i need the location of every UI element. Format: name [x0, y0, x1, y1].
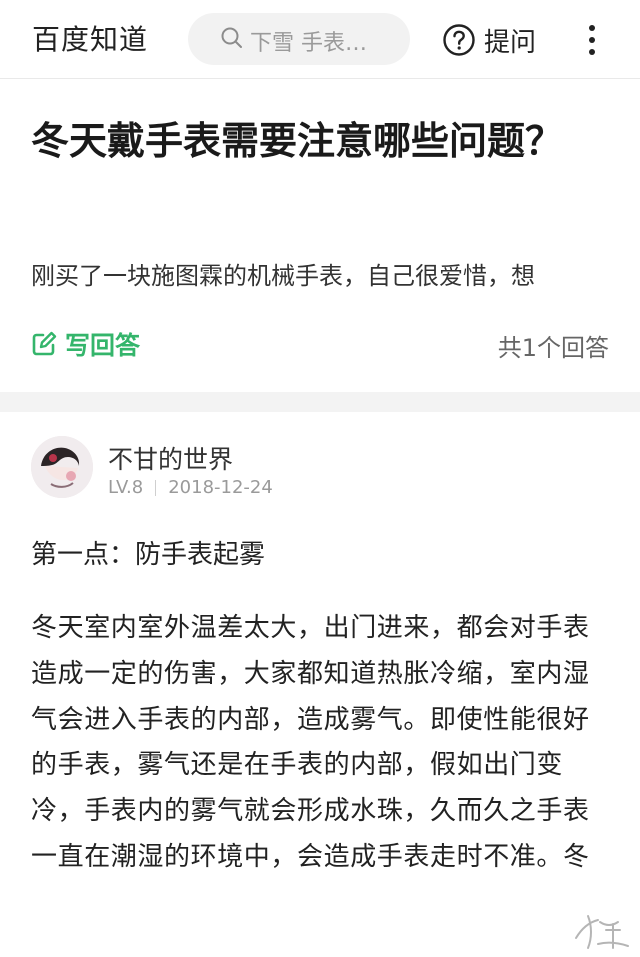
edit-icon: [32, 331, 57, 356]
answer-count: 共1个回答: [497, 334, 609, 362]
answer-author-name[interactable]: 不甘的世界: [108, 440, 233, 476]
avatar-image: [31, 436, 93, 498]
section-divider: [0, 392, 640, 412]
app-logo[interactable]: 百度知道: [32, 18, 148, 58]
question-title: 冬天戴手表需要注意哪些问题？: [31, 119, 564, 163]
avatar[interactable]: [31, 436, 93, 498]
top-bar: 百度知道 下雪 手表… 提问: [0, 0, 640, 79]
search-icon: [221, 27, 242, 48]
answer-section-title: 第一点：防手表起雾: [31, 540, 266, 570]
more-vertical-icon[interactable]: [578, 22, 606, 58]
answer-body: 冬天室内室外温差太大，出门进来，都会对手表造成一定的伤害，大家都知道热胀冷缩，室…: [31, 613, 590, 872]
question-circle-icon: [443, 24, 475, 56]
user-level: LV.8: [108, 477, 144, 498]
search-box[interactable]: 下雪 手表…: [188, 13, 410, 65]
answer-date: 2018-12-24: [168, 477, 273, 498]
search-query[interactable]: 下雪 手表…: [250, 25, 367, 57]
watermark-logo: [575, 915, 629, 949]
write-answer-label: 写回答: [65, 331, 141, 360]
write-answer-button[interactable]: 写回答: [31, 326, 140, 362]
answer-meta: LV.8 2018-12-24: [108, 477, 273, 498]
ask-label: 提问: [484, 27, 537, 58]
meta-separator: [155, 479, 157, 496]
ask-question-button[interactable]: 提问: [442, 22, 536, 58]
question-description[interactable]: 刚买了一块施图霖的机械手表，自己很爱惜，想: [31, 256, 640, 300]
